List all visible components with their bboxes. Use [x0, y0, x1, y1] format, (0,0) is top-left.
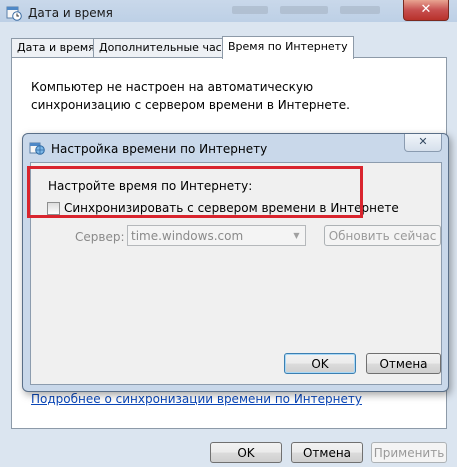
dialog-title: Настройка времени по Интернету: [51, 142, 268, 156]
close-icon: ✕: [418, 135, 428, 148]
close-icon: ✕: [420, 2, 432, 17]
clock-calendar-icon: [6, 6, 22, 21]
blurred-background-text: [280, 6, 328, 14]
dialog-ok-button[interactable]: OK: [284, 353, 356, 374]
cancel-button[interactable]: Отмена: [291, 442, 363, 463]
server-label: Сервер:: [75, 230, 125, 244]
sync-status-text: Компьютер не настроен на автоматическую …: [31, 80, 350, 112]
chevron-down-icon[interactable]: ▼: [289, 227, 304, 244]
server-value: time.windows.com: [131, 229, 244, 243]
tab-additional-clocks[interactable]: Дополнительные часы: [93, 38, 237, 58]
server-dropdown[interactable]: time.windows.com ▼: [127, 225, 306, 246]
ok-button[interactable]: OK: [210, 442, 282, 463]
clock-globe-icon: [29, 142, 45, 155]
blurred-background-text: [232, 6, 268, 14]
update-now-button[interactable]: Обновить сейчас: [324, 225, 441, 246]
window-close-button[interactable]: ✕: [403, 0, 449, 21]
blurred-background-text: [340, 6, 380, 14]
apply-button[interactable]: Применить: [371, 442, 447, 463]
window-titlebar[interactable]: Дата и время ✕: [0, 0, 457, 28]
learn-more-link[interactable]: Подробнее о синхронизации времени по Инт…: [31, 392, 362, 406]
tab-date-time[interactable]: Дата и время: [11, 38, 101, 58]
window-title: Дата и время: [28, 6, 113, 20]
highlight-annotation: [27, 166, 363, 218]
dialog-close-button[interactable]: ✕: [404, 134, 442, 152]
tab-internet-time[interactable]: Время по Интернету: [222, 36, 354, 59]
dialog-titlebar[interactable]: Настройка времени по Интернету ✕: [23, 134, 448, 162]
dialog-cancel-button[interactable]: Отмена: [366, 353, 441, 374]
